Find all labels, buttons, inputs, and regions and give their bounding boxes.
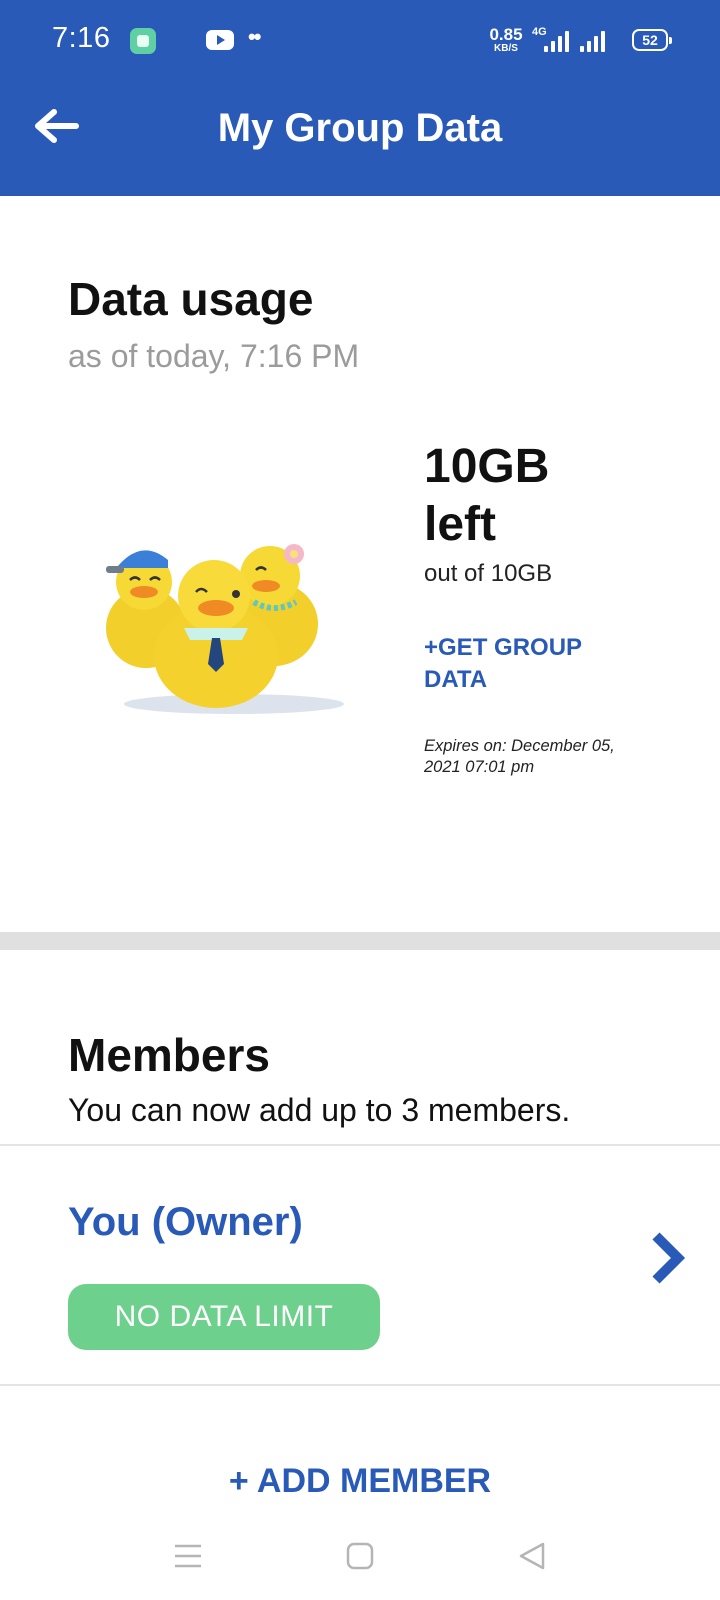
owner-name: You (Owner): [68, 1200, 303, 1244]
more-dots-icon: ••: [248, 24, 261, 49]
nav-home-button[interactable]: [336, 1532, 384, 1580]
data-total: out of 10GB: [424, 560, 553, 587]
section-divider: [0, 932, 720, 950]
data-remaining-amount: 10GB: [424, 440, 550, 493]
member-row-owner[interactable]: You (Owner) NO DATA LIMIT: [0, 1146, 720, 1384]
data-remaining-label: left: [424, 498, 496, 551]
signal-icon: [580, 30, 605, 52]
signal-4g-icon: [544, 30, 569, 52]
rubber-ducks-illustration: [106, 544, 344, 714]
net-speed-unit: KB/S: [494, 43, 518, 54]
battery-icon: 52: [632, 29, 672, 51]
get-group-data-link[interactable]: +GET GROUP DATA: [424, 632, 644, 696]
expiry-date: Expires on: December 05, 2021 07:01 pm: [424, 737, 615, 776]
data-remaining: 10GB left: [424, 438, 664, 554]
net-speed-value: 0.85: [489, 25, 523, 44]
divider: [0, 1384, 720, 1386]
menu-icon: [175, 1544, 201, 1568]
data-usage-as-of: as of today, 7:16 PM: [68, 338, 360, 374]
back-triangle-icon: [519, 1542, 545, 1570]
status-time: 7:16: [52, 22, 111, 54]
status-bar: 7:16 •• 0.85 KB/S 4G 52: [0, 0, 720, 82]
members-title: Members: [68, 1029, 270, 1081]
system-nav-bar: [0, 1512, 720, 1600]
nav-back-button[interactable]: [508, 1532, 556, 1580]
data-usage-title: Data usage: [68, 273, 314, 325]
net-speed: 0.85 KB/S: [486, 26, 526, 54]
home-square-icon: [346, 1542, 374, 1570]
add-member-button[interactable]: + ADD MEMBER: [0, 1462, 720, 1501]
page-title: My Group Data: [217, 106, 503, 150]
app-bar: My Group Data: [0, 82, 720, 196]
members-subtitle: You can now add up to 3 members.: [68, 1092, 571, 1128]
app-notification-icon: [130, 28, 156, 54]
no-data-limit-badge: NO DATA LIMIT: [68, 1284, 380, 1350]
nav-menu-button[interactable]: [164, 1532, 212, 1580]
chevron-right-icon[interactable]: [648, 1230, 688, 1286]
youtube-icon: [206, 30, 234, 50]
top-bar: 7:16 •• 0.85 KB/S 4G 52 My Group Data: [0, 0, 720, 196]
